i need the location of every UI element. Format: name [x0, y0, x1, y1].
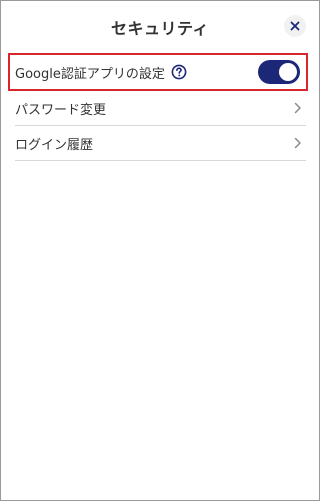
close-icon	[290, 21, 300, 31]
settings-item-label: パスワード変更	[15, 103, 107, 118]
toggle-knob	[279, 63, 297, 81]
chevron-right-icon	[294, 102, 302, 114]
close-button[interactable]	[284, 15, 306, 37]
panel-header: セキュリティ	[1, 1, 319, 51]
security-panel: セキュリティ Google認証アプリの設定 パスワード変更 ログイン履歴	[0, 0, 320, 501]
settings-item-label: ログイン履歴	[15, 138, 94, 153]
settings-item-login-history[interactable]: ログイン履歴	[15, 126, 306, 161]
help-circle-icon[interactable]	[171, 64, 187, 80]
settings-list: Google認証アプリの設定 パスワード変更 ログイン履歴	[8, 53, 308, 161]
page-title: セキュリティ	[110, 19, 210, 38]
google-auth-setting-row: Google認証アプリの設定	[8, 53, 308, 91]
google-auth-toggle[interactable]	[258, 60, 300, 84]
settings-item-password-change[interactable]: パスワード変更	[15, 91, 306, 126]
google-auth-label: Google認証アプリの設定	[15, 66, 165, 82]
chevron-right-icon	[294, 137, 302, 149]
